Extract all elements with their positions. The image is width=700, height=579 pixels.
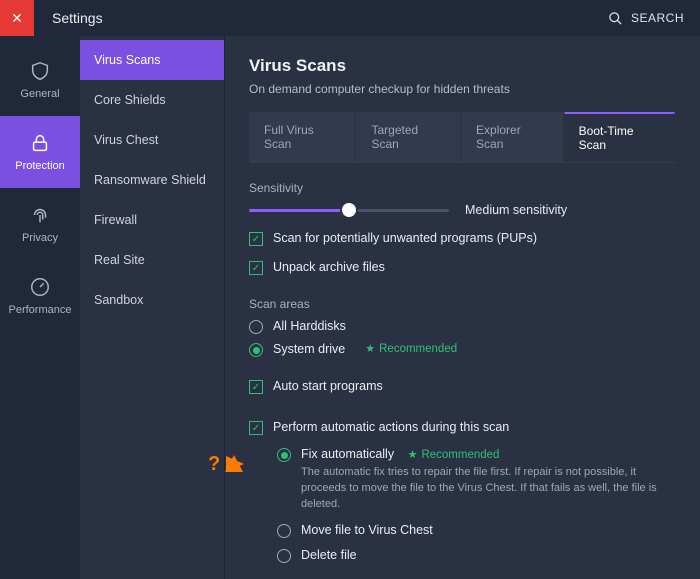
- lock-icon: [29, 132, 51, 154]
- checkbox-auto-actions[interactable]: ✓: [249, 421, 263, 435]
- radio-all-harddisks-label: All Harddisks: [273, 319, 346, 333]
- sensitivity-label: Sensitivity: [249, 181, 676, 195]
- tab-bar: Full Virus Scan Targeted Scan Explorer S…: [249, 112, 676, 163]
- radio-delete-file[interactable]: [277, 549, 291, 563]
- checkbox-pups-label: Scan for potentially unwanted programs (…: [273, 231, 537, 245]
- recommended-badge: Recommended: [365, 342, 457, 355]
- page-title: Virus Scans: [249, 56, 676, 76]
- checkbox-autostart-label: Auto start programs: [273, 379, 383, 393]
- radio-all-harddisks[interactable]: [249, 320, 263, 334]
- main-panel: Virus Scans On demand computer checkup f…: [225, 36, 700, 579]
- top-bar: ✕ Settings SEARCH: [0, 0, 700, 36]
- rail-label: Performance: [9, 304, 72, 316]
- rail-label: Privacy: [22, 232, 58, 244]
- sidebar: Virus Scans Core Shields Virus Chest Ran…: [80, 36, 225, 579]
- sidebar-item-virus-scans[interactable]: Virus Scans: [80, 40, 224, 80]
- gauge-icon: [29, 276, 51, 298]
- shield-icon: [29, 60, 51, 82]
- scan-areas-label: Scan areas: [249, 297, 676, 311]
- rail-label: Protection: [15, 160, 65, 172]
- sidebar-item-virus-chest[interactable]: Virus Chest: [80, 120, 224, 160]
- close-button[interactable]: ✕: [0, 0, 34, 36]
- radio-system-drive-label: System drive: [273, 342, 345, 356]
- sidebar-item-core-shields[interactable]: Core Shields: [80, 80, 224, 120]
- tab-boot-time-scan[interactable]: Boot-Time Scan: [564, 112, 675, 162]
- tab-full-virus-scan[interactable]: Full Virus Scan: [249, 112, 355, 162]
- checkbox-unpack-label: Unpack archive files: [273, 260, 385, 274]
- radio-move-chest-label: Move file to Virus Chest: [301, 523, 433, 537]
- close-icon: ✕: [11, 10, 23, 27]
- sensitivity-slider[interactable]: [249, 209, 449, 212]
- recommended-badge: Recommended: [408, 449, 500, 461]
- rail-label: General: [20, 88, 59, 100]
- radio-delete-file-label: Delete file: [301, 548, 357, 562]
- search-button[interactable]: SEARCH: [608, 11, 684, 26]
- rail-performance[interactable]: Performance: [0, 260, 80, 332]
- page-subtitle: On demand computer checkup for hidden th…: [249, 82, 676, 96]
- sidebar-item-ransomware-shield[interactable]: Ransomware Shield: [80, 160, 224, 200]
- tab-targeted-scan[interactable]: Targeted Scan: [356, 112, 460, 162]
- checkbox-auto-actions-label: Perform automatic actions during this sc…: [273, 420, 509, 434]
- radio-fix-auto[interactable]: [277, 448, 291, 462]
- radio-move-chest[interactable]: [277, 524, 291, 538]
- sidebar-item-sandbox[interactable]: Sandbox: [80, 280, 224, 320]
- checkbox-autostart[interactable]: ✓: [249, 380, 263, 394]
- tab-explorer-scan[interactable]: Explorer Scan: [461, 112, 563, 162]
- search-icon: [608, 11, 623, 26]
- rail-general[interactable]: General: [0, 44, 80, 116]
- checkbox-pups[interactable]: ✓: [249, 232, 263, 246]
- window-title: Settings: [52, 10, 103, 26]
- sensitivity-value: Medium sensitivity: [465, 203, 567, 217]
- nav-rail: General Protection Privacy Performance: [0, 36, 80, 579]
- fingerprint-icon: [29, 204, 51, 226]
- slider-knob-icon[interactable]: [342, 203, 356, 217]
- radio-fix-auto-label: Fix automatically: [301, 447, 394, 461]
- search-label: SEARCH: [631, 11, 684, 25]
- rail-privacy[interactable]: Privacy: [0, 188, 80, 260]
- fix-auto-description: The automatic fix tries to repair the fi…: [301, 465, 676, 513]
- radio-system-drive[interactable]: [249, 343, 263, 357]
- sidebar-item-firewall[interactable]: Firewall: [80, 200, 224, 240]
- rail-protection[interactable]: Protection: [0, 116, 80, 188]
- sidebar-item-real-site[interactable]: Real Site: [80, 240, 224, 280]
- checkbox-unpack[interactable]: ✓: [249, 261, 263, 275]
